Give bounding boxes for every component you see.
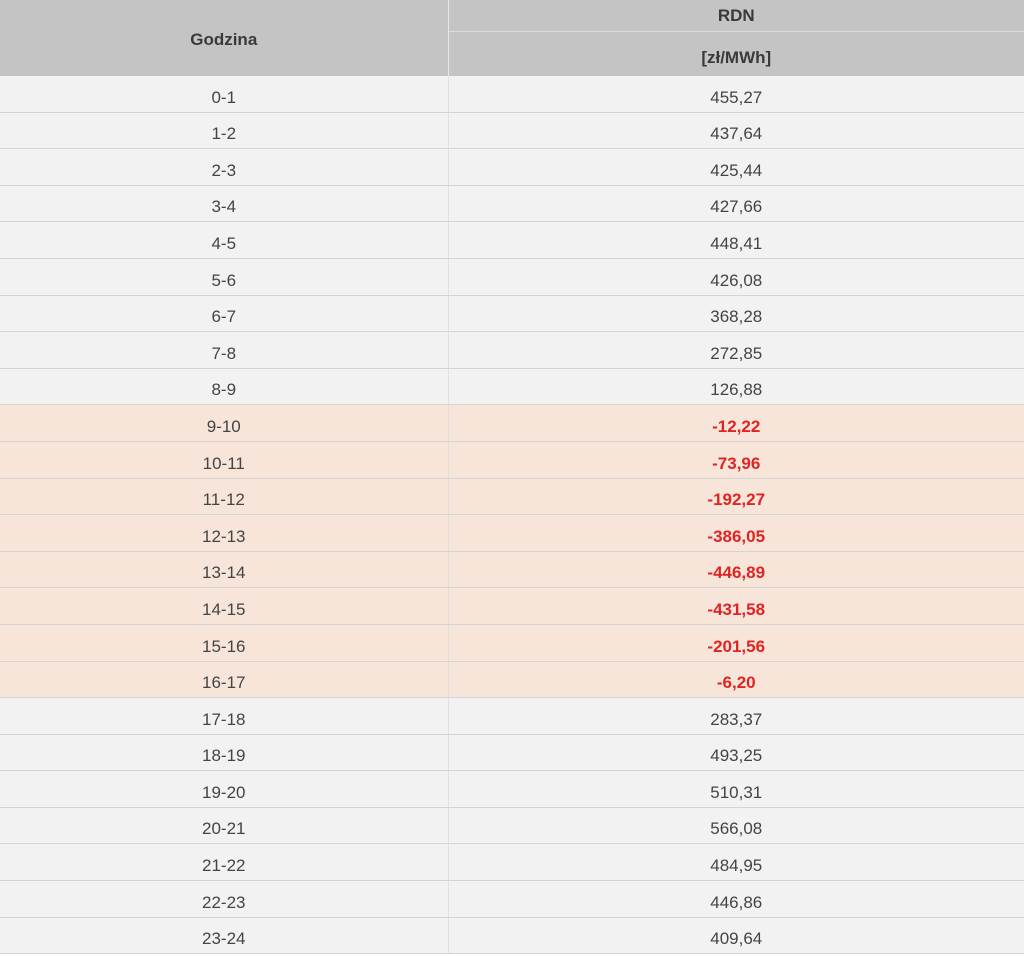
- table-header: Godzina RDN [zł/MWh]: [0, 0, 1024, 76]
- table-row: 12-13 -386,05: [0, 514, 1024, 552]
- price-cell: 446,86: [448, 880, 1024, 918]
- table-row: 10-11 -73,96: [0, 441, 1024, 479]
- price-cell: 368,28: [448, 295, 1024, 333]
- hour-cell: 4-5: [0, 221, 449, 259]
- table-row: 5-6 426,08: [0, 258, 1024, 296]
- negative-price-cell: -192,27: [448, 478, 1024, 516]
- hour-column-header: Godzina: [0, 0, 449, 76]
- negative-price-cell: -386,05: [448, 514, 1024, 552]
- price-cell: 493,25: [448, 734, 1024, 772]
- price-cell: 448,41: [448, 221, 1024, 259]
- table-row: 17-18 283,37: [0, 697, 1024, 735]
- hour-cell: 5-6: [0, 258, 449, 296]
- hour-cell: 7-8: [0, 331, 449, 369]
- table-body: 0-1 455,27 1-2 437,64 2-3 425,44 3-4 427,66 4-5 4…: [0, 76, 1024, 955]
- hour-cell: 8-9: [0, 368, 449, 406]
- price-cell: 484,95: [448, 843, 1024, 882]
- table-row: 8-9 126,88: [0, 368, 1024, 406]
- table-row: 14-15 -431,58: [0, 587, 1024, 625]
- table-row: 13-14 -446,89: [0, 551, 1024, 589]
- price-cell: 272,85: [448, 331, 1024, 369]
- table-row: 7-8 272,85: [0, 331, 1024, 369]
- unit-label: [zł/MWh]: [701, 48, 772, 67]
- table-row: 15-16 -201,56: [0, 624, 1024, 662]
- hour-cell: 9-10: [0, 404, 449, 442]
- price-cell: 283,37: [448, 697, 1024, 735]
- unit-header: [zł/MWh]: [448, 31, 1024, 76]
- table-row: 2-3 425,44: [0, 148, 1024, 186]
- hour-cell: 6-7: [0, 295, 449, 333]
- hour-cell: 12-13: [0, 514, 449, 552]
- price-cell: 510,31: [448, 770, 1024, 808]
- negative-price-cell: -446,89: [448, 551, 1024, 589]
- table-row: 11-12 -192,27: [0, 478, 1024, 516]
- hour-cell: 18-19: [0, 734, 449, 772]
- hour-cell: 11-12: [0, 478, 449, 516]
- table-row: 3-4 427,66: [0, 185, 1024, 223]
- table-row: 19-20 510,31: [0, 770, 1024, 808]
- price-cell: 566,08: [448, 807, 1024, 845]
- hour-cell: 3-4: [0, 185, 449, 223]
- hour-cell: 17-18: [0, 697, 449, 735]
- hour-cell: 10-11: [0, 441, 449, 479]
- negative-price-cell: -431,58: [448, 587, 1024, 625]
- hour-cell: 20-21: [0, 807, 449, 845]
- hour-cell: 21-22: [0, 843, 449, 882]
- header-row: Godzina RDN: [0, 0, 1024, 76]
- hour-cell: 23-24: [0, 917, 449, 955]
- price-cell: 409,64: [448, 917, 1024, 955]
- table-row: 21-22 484,95: [0, 843, 1024, 882]
- price-cell: 126,88: [448, 368, 1024, 406]
- hour-cell: 16-17: [0, 661, 449, 699]
- price-cell: 425,44: [448, 148, 1024, 186]
- negative-price-cell: -6,20: [448, 661, 1024, 699]
- hour-cell: 14-15: [0, 587, 449, 625]
- table-row: 20-21 566,08: [0, 807, 1024, 845]
- hour-cell: 13-14: [0, 551, 449, 589]
- hour-cell: 15-16: [0, 624, 449, 662]
- price-cell: 437,64: [448, 112, 1024, 150]
- table-row: 22-23 446,86: [0, 880, 1024, 918]
- table-row: 4-5 448,41: [0, 221, 1024, 259]
- table-row: 1-2 437,64: [0, 112, 1024, 150]
- table-row: 6-7 368,28: [0, 295, 1024, 333]
- negative-price-cell: -12,22: [448, 404, 1024, 442]
- price-cell: 426,08: [448, 258, 1024, 296]
- table-row: 23-24 409,64: [0, 917, 1024, 955]
- negative-price-cell: -73,96: [448, 441, 1024, 479]
- price-cell: 455,27: [448, 76, 1024, 113]
- price-cell: 427,66: [448, 185, 1024, 223]
- price-table: Godzina RDN [zł/MWh] 0-1 455,27 1-2 437,64 2…: [0, 0, 1024, 955]
- table-row: 0-1 455,27: [0, 76, 1024, 113]
- market-column-header: RDN: [448, 0, 1024, 32]
- hour-cell: 22-23: [0, 880, 449, 918]
- negative-price-cell: -201,56: [448, 624, 1024, 662]
- table-row: 18-19 493,25: [0, 734, 1024, 772]
- table-row: 9-10 -12,22: [0, 404, 1024, 442]
- hour-cell: 2-3: [0, 148, 449, 186]
- hour-cell: 1-2: [0, 112, 449, 150]
- hour-cell: 0-1: [0, 76, 449, 113]
- hour-cell: 19-20: [0, 770, 449, 808]
- table-row: 16-17 -6,20: [0, 661, 1024, 699]
